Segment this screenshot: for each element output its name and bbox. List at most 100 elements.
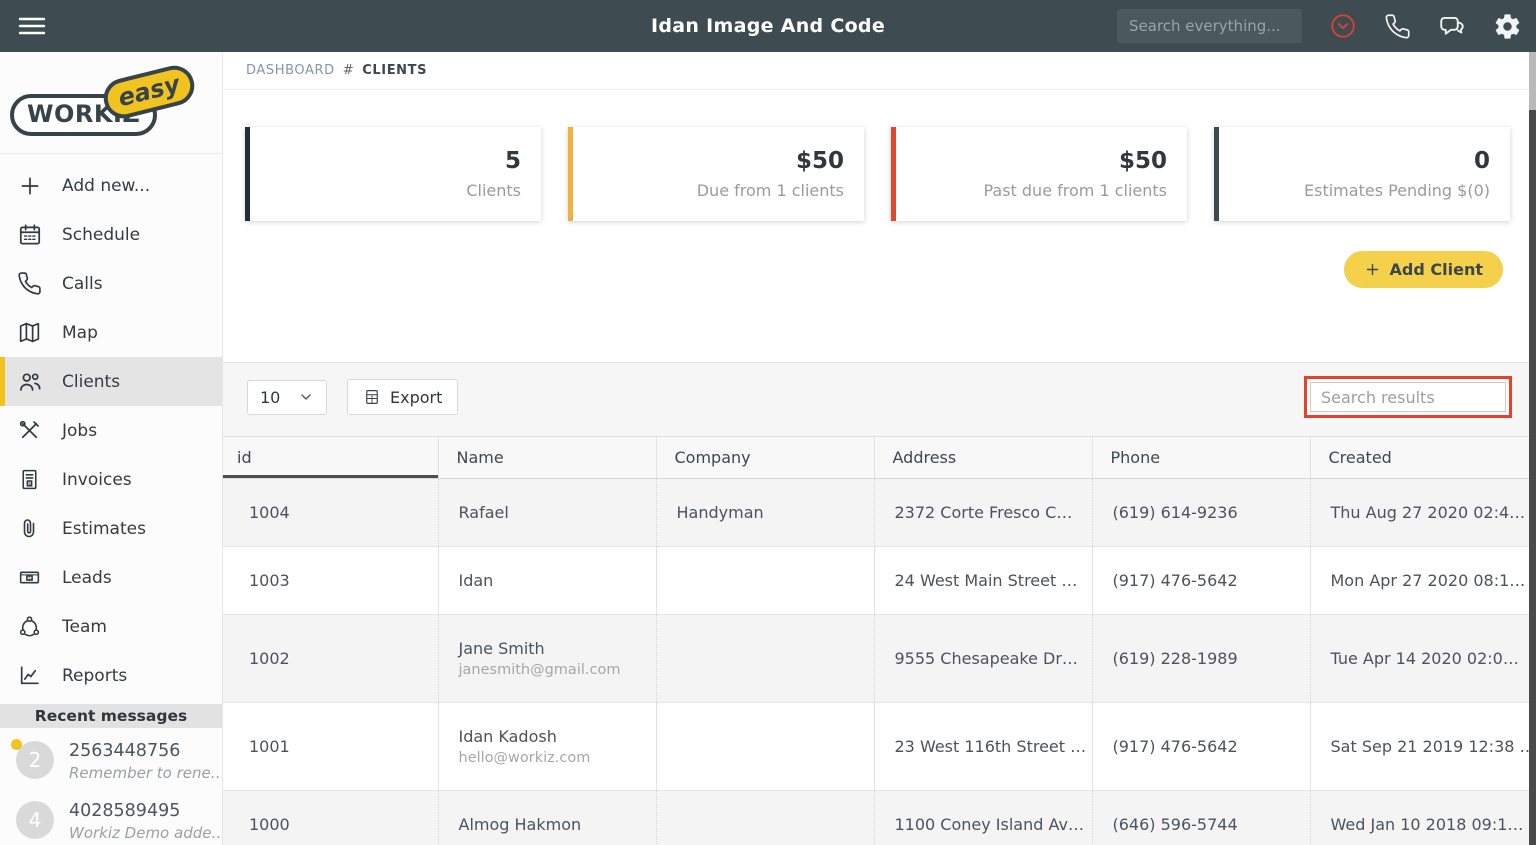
cell-address: 2372 Corte Fresco C… (873, 478, 1092, 547)
sidebar-menu: Add new... Schedule Calls Map Clients Jo… (0, 161, 222, 700)
cell-address: 1100 Coney Island Av… (873, 790, 1092, 845)
sidebar-item-map[interactable]: Map (0, 308, 222, 357)
cell-name: Idan (437, 546, 656, 615)
chat-icon[interactable] (1437, 11, 1467, 41)
message-phone: 2563448756 (69, 741, 181, 761)
chart-icon (17, 663, 47, 688)
cell-created: Sat Sep 21 2019 12:38 … (1309, 702, 1536, 791)
cell-id: 1001 (223, 702, 438, 791)
table-search-input[interactable] (1310, 382, 1506, 412)
chevron-down-icon (301, 394, 311, 400)
stat-label: Estimates Pending $(0) (1304, 181, 1490, 200)
paperclip-icon (17, 517, 47, 541)
stat-card-estimates-pending[interactable]: 0 Estimates Pending $(0) (1214, 127, 1510, 221)
sidebar-item-clients[interactable]: Clients (0, 357, 222, 406)
cell-company (655, 546, 874, 615)
global-search-input[interactable] (1117, 9, 1302, 43)
sidebar-item-calls[interactable]: Calls (0, 259, 222, 308)
unread-dot (11, 739, 22, 750)
cell-name: Almog Hakmon (437, 790, 656, 845)
vertical-scrollbar[interactable] (1529, 52, 1536, 845)
recent-message-item[interactable]: 4 4028589495 Workiz Demo adde… (0, 788, 222, 845)
cell-phone: (646) 596-5744 (1091, 790, 1310, 845)
cell-id: 1004 (223, 478, 438, 547)
stats-cards: 5 Clients $50 Due from 1 clients $50 Pas… (245, 127, 1536, 221)
cell-name: Idan Kadosh hello@workiz.com (437, 702, 656, 791)
stat-value: 5 (504, 148, 521, 174)
page-size-select[interactable]: 10 (247, 379, 327, 415)
cell-company (655, 702, 874, 791)
team-icon (17, 614, 47, 639)
message-phone: 4028589495 (69, 801, 181, 821)
sidebar-item-team[interactable]: Team (0, 602, 222, 651)
sidebar-item-estimates[interactable]: Estimates (0, 504, 222, 553)
cell-address: 23 West 116th Street … (873, 702, 1092, 791)
table-row[interactable]: 1004 Rafael Handyman 2372 Corte Fresco C… (223, 478, 1536, 547)
breadcrumb: DASHBOARD # CLIENTS (223, 52, 1536, 90)
company-title: Idan Image And Code (650, 15, 886, 37)
table-row[interactable]: 1002 Jane Smith janesmith@gmail.com 9555 … (223, 614, 1536, 703)
table-row[interactable]: 1000 Almog Hakmon 1100 Coney Island Av… … (223, 790, 1536, 845)
top-bar: Idan Image And Code (0, 0, 1536, 52)
stat-label: Past due from 1 clients (983, 181, 1167, 200)
stat-label: Due from 1 clients (696, 181, 844, 200)
cell-name: Rafael (437, 478, 656, 547)
hamburger-menu-icon[interactable] (15, 12, 49, 40)
sidebar-item-reports[interactable]: Reports (0, 651, 222, 700)
cell-created: Thu Aug 27 2020 02:4… (1309, 478, 1536, 547)
table-header-row: id Name Company Address Phone Created (223, 436, 1536, 479)
stat-value: $50 (795, 148, 844, 174)
stat-card-due[interactable]: $50 Due from 1 clients (568, 127, 864, 221)
avatar: 4 (16, 801, 54, 839)
cell-created: Wed Jan 10 2018 09:1… (1309, 790, 1536, 845)
message-preview: Workiz Demo adde… (69, 824, 223, 842)
workiz-clients-page: Idan Image And Code easy WORKIZ (0, 0, 1536, 845)
table-row[interactable]: 1001 Idan Kadosh hello@workiz.com 23 West… (223, 702, 1536, 791)
table-row[interactable]: 1003 Idan 24 West Main Street … (917) 47… (223, 546, 1536, 615)
cell-company: Handyman (655, 478, 874, 547)
spreadsheet-icon (366, 390, 378, 404)
svg-text:$: $ (28, 481, 31, 487)
breadcrumb-dashboard[interactable]: DASHBOARD (246, 63, 335, 78)
message-preview: Remember to rene… (69, 764, 223, 782)
sidebar-item-schedule[interactable]: Schedule (0, 210, 222, 259)
cell-id: 1002 (223, 614, 438, 703)
cell-phone: (619) 228-1989 (1091, 614, 1310, 703)
cell-address: 9555 Chesapeake Dr… (873, 614, 1092, 703)
cell-created: Mon Apr 27 2020 08:1… (1309, 546, 1536, 615)
column-header-id[interactable]: id (223, 436, 438, 479)
add-client-button[interactable]: Add Client (1343, 251, 1503, 288)
cell-email: janesmith@gmail.com (458, 662, 621, 678)
cell-id: 1003 (223, 546, 438, 615)
gear-icon[interactable] (1493, 12, 1522, 41)
avatar: 2 (11, 739, 54, 779)
cell-name: Jane Smith janesmith@gmail.com (437, 614, 656, 703)
tools-icon (17, 418, 47, 443)
sidebar-item-add-new[interactable]: Add new... (0, 161, 222, 210)
stat-value: $50 (1118, 148, 1167, 174)
column-header-created[interactable]: Created (1309, 436, 1536, 479)
clock-icon[interactable] (1328, 11, 1358, 41)
plus-icon (17, 173, 47, 199)
clients-icon (17, 369, 47, 395)
column-header-company[interactable]: Company (655, 436, 874, 479)
column-header-phone[interactable]: Phone (1091, 436, 1310, 479)
stat-card-past-due[interactable]: $50 Past due from 1 clients (891, 127, 1187, 221)
map-icon (17, 320, 47, 345)
workiz-logo[interactable]: easy WORKIZ (0, 52, 222, 154)
cell-created: Tue Apr 14 2020 02:0… (1309, 614, 1536, 703)
breadcrumb-separator: # (342, 63, 355, 78)
phone-icon[interactable] (1384, 13, 1411, 40)
export-button[interactable]: Export (347, 379, 459, 415)
stat-card-clients[interactable]: 5 Clients (245, 127, 541, 221)
sidebar-item-invoices[interactable]: $ Invoices (0, 455, 222, 504)
sidebar-item-leads[interactable]: $ Leads (0, 553, 222, 602)
column-header-address[interactable]: Address (873, 436, 1092, 479)
invoice-icon: $ (17, 467, 47, 492)
sidebar-item-jobs[interactable]: Jobs (0, 406, 222, 455)
column-header-name[interactable]: Name (437, 436, 656, 479)
phone-icon (17, 271, 47, 296)
recent-message-item[interactable]: 2 2563448756 Remember to rene… (0, 728, 222, 788)
stat-label: Clients (466, 181, 521, 200)
svg-text:$: $ (28, 576, 31, 581)
